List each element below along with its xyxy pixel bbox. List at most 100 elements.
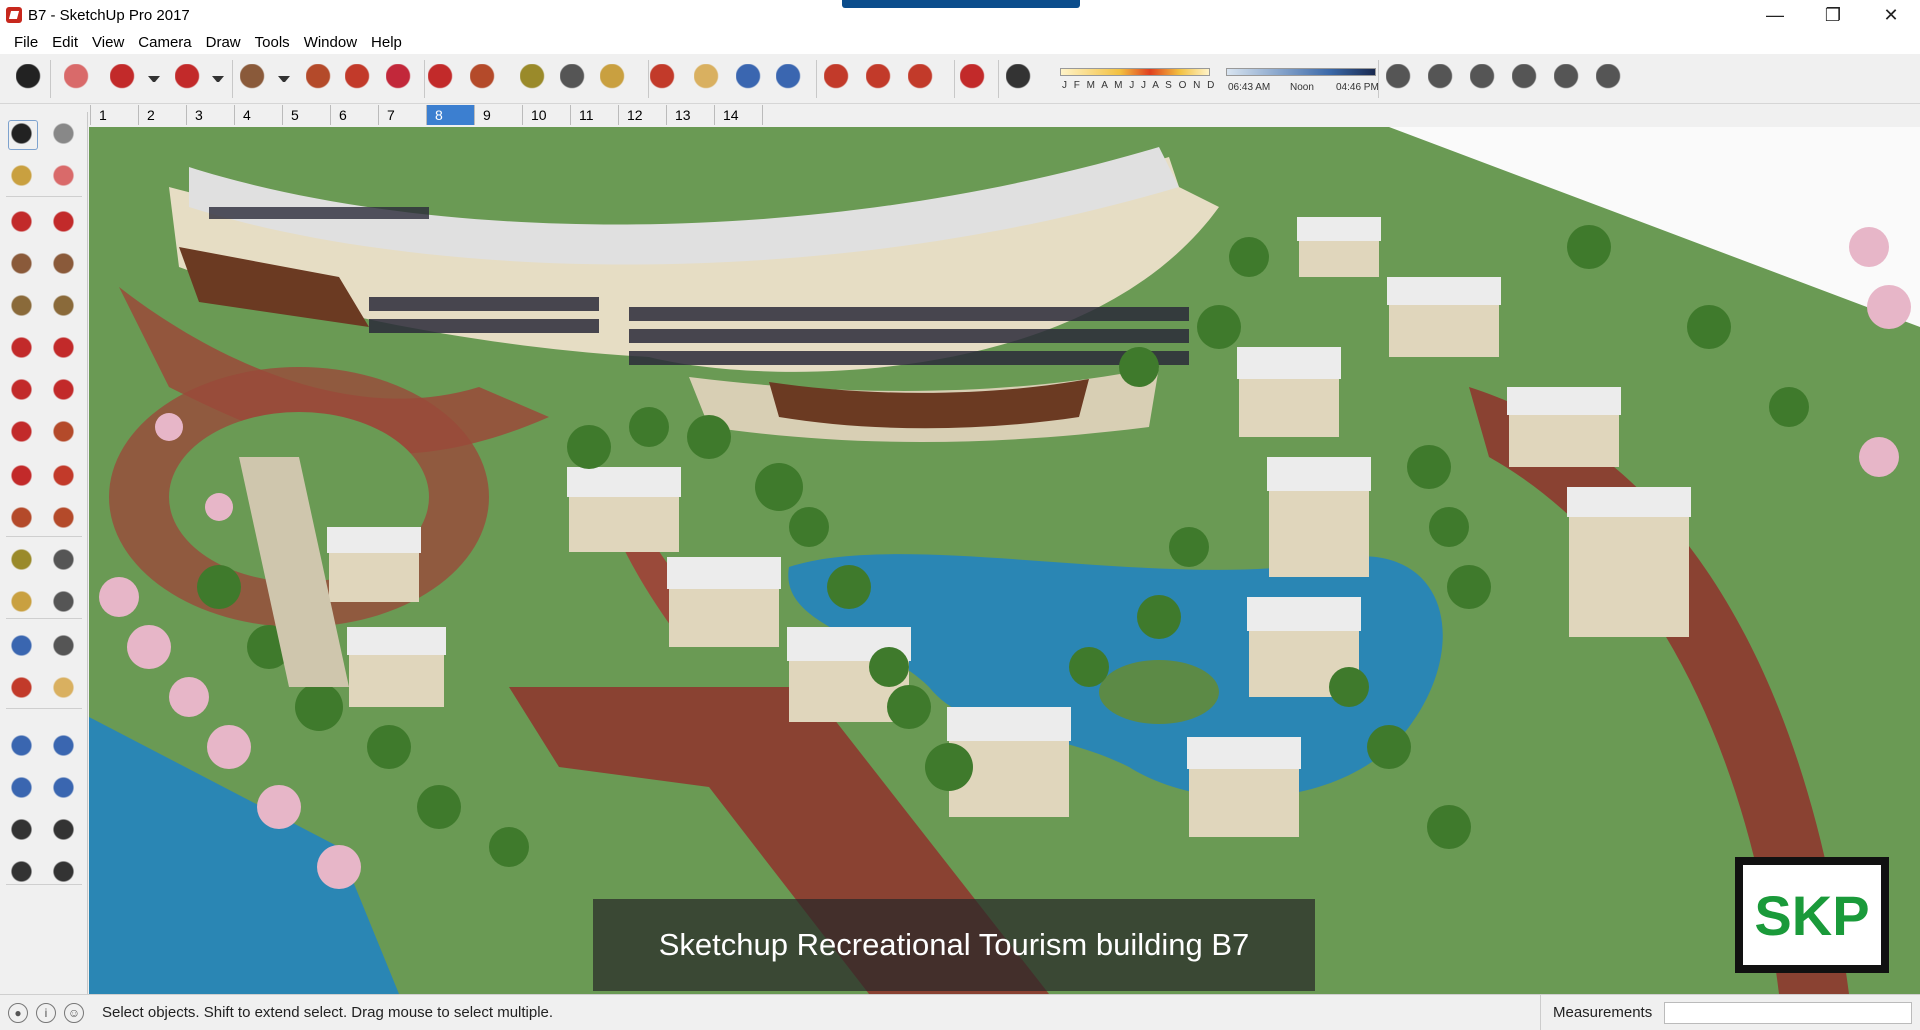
scene-tab-2[interactable]: 2 xyxy=(138,105,186,125)
three-point-arc-icon[interactable] xyxy=(50,376,80,406)
rotate-icon[interactable] xyxy=(8,462,38,492)
dropdown-icon[interactable] xyxy=(148,76,160,82)
look-around-icon[interactable] xyxy=(50,816,80,846)
user-account-icon[interactable]: ☺ xyxy=(64,1002,84,1023)
3d-warehouse-icon[interactable] xyxy=(824,64,854,94)
push-pull-icon[interactable] xyxy=(50,418,80,448)
menu-help[interactable]: Help xyxy=(364,34,409,51)
paint-bucket-icon[interactable] xyxy=(8,162,38,192)
zoom-extents-icon[interactable] xyxy=(8,774,38,804)
select-tool-icon[interactable] xyxy=(16,64,46,94)
menu-camera[interactable]: Camera xyxy=(131,34,198,51)
orbit-icon[interactable] xyxy=(8,674,38,704)
layout-send-icon[interactable] xyxy=(908,64,938,94)
scene-tab-3[interactable]: 3 xyxy=(186,105,234,125)
maximize-button[interactable]: ❐ xyxy=(1804,0,1862,30)
scale-icon[interactable] xyxy=(470,64,500,94)
title-accent-bar xyxy=(842,0,1080,8)
minimize-button[interactable]: — xyxy=(1746,0,1804,30)
scene-tab-1[interactable]: 1 xyxy=(90,105,138,125)
pencil-line-icon[interactable] xyxy=(110,64,140,94)
circle-icon[interactable] xyxy=(8,292,38,322)
polygon-icon[interactable] xyxy=(50,292,80,322)
protractor-icon[interactable] xyxy=(8,588,38,618)
front-view-icon[interactable] xyxy=(1470,64,1500,94)
right-view-icon[interactable] xyxy=(1512,64,1542,94)
freehand-icon[interactable] xyxy=(50,208,80,238)
rotated-rectangle-icon[interactable] xyxy=(50,250,80,280)
top-view-icon[interactable] xyxy=(1428,64,1458,94)
zoom-icon[interactable] xyxy=(736,64,766,94)
tape-measure-icon[interactable] xyxy=(8,546,38,576)
scene-tab-8[interactable]: 8 xyxy=(426,105,474,125)
select-icon[interactable] xyxy=(8,120,38,150)
scene-tab-5[interactable]: 5 xyxy=(282,105,330,125)
move-icon[interactable] xyxy=(386,64,416,94)
scene-tab-14[interactable]: 14 xyxy=(714,105,762,125)
line-icon[interactable] xyxy=(8,208,38,238)
eraser-icon[interactable] xyxy=(50,162,80,192)
menu-tools[interactable]: Tools xyxy=(248,34,297,51)
zoom-extents-icon[interactable] xyxy=(776,64,806,94)
scene-tab-9[interactable]: 9 xyxy=(474,105,522,125)
scene-tab-13[interactable]: 13 xyxy=(666,105,714,125)
move-icon[interactable] xyxy=(8,418,38,448)
push-pull-icon[interactable] xyxy=(306,64,336,94)
position-camera-icon[interactable] xyxy=(8,816,38,846)
follow-me-icon[interactable] xyxy=(50,462,80,492)
left-view-icon[interactable] xyxy=(1596,64,1626,94)
dimension-icon[interactable] xyxy=(50,546,80,576)
menu-bar: File Edit View Camera Draw Tools Window … xyxy=(0,30,1920,54)
dropdown-icon[interactable] xyxy=(278,76,290,82)
menu-edit[interactable]: Edit xyxy=(45,34,85,51)
measurements-field[interactable] xyxy=(1664,1002,1912,1024)
geolocation-icon[interactable]: ● xyxy=(8,1002,28,1023)
credits-icon[interactable]: i xyxy=(36,1002,56,1023)
dropdown-icon[interactable] xyxy=(212,76,224,82)
close-button[interactable]: ✕ xyxy=(1862,0,1920,30)
rectangle-icon[interactable] xyxy=(240,64,270,94)
menu-file[interactable]: File xyxy=(7,34,45,51)
arc-icon[interactable] xyxy=(175,64,205,94)
3d-text-icon[interactable] xyxy=(50,632,80,662)
arc-icon[interactable] xyxy=(8,334,38,364)
zoom-window-icon[interactable] xyxy=(50,732,80,762)
iso-view-icon[interactable] xyxy=(1386,64,1416,94)
two-point-arc-icon[interactable] xyxy=(50,334,80,364)
month-slider[interactable] xyxy=(1060,68,1210,76)
eraser-icon[interactable] xyxy=(64,64,94,94)
scene-tab-7[interactable]: 7 xyxy=(378,105,426,125)
paint-bucket-icon[interactable] xyxy=(600,64,630,94)
back-view-icon[interactable] xyxy=(1554,64,1584,94)
rectangle-icon[interactable] xyxy=(8,250,38,280)
extension-warehouse-icon[interactable] xyxy=(866,64,896,94)
pan-icon[interactable] xyxy=(694,64,724,94)
time-slider[interactable] xyxy=(1226,68,1376,76)
orbit-icon[interactable] xyxy=(650,64,680,94)
offset-icon[interactable] xyxy=(50,504,80,534)
shadow-toggle-icon[interactable] xyxy=(1006,64,1036,94)
scale-icon[interactable] xyxy=(8,504,38,534)
scene-tab-6[interactable]: 6 xyxy=(330,105,378,125)
model-viewport[interactable]: Sketchup Recreational Tourism building B… xyxy=(89,127,1920,994)
scene-tab-4[interactable]: 4 xyxy=(234,105,282,125)
menu-draw[interactable]: Draw xyxy=(199,34,248,51)
menu-view[interactable]: View xyxy=(85,34,131,51)
ruby-icon[interactable] xyxy=(960,64,990,94)
tape-measure-icon[interactable] xyxy=(520,64,550,94)
scene-tab-11[interactable]: 11 xyxy=(570,105,618,125)
scene-tab-10[interactable]: 10 xyxy=(522,105,570,125)
make-component-icon[interactable] xyxy=(50,120,80,150)
follow-me-icon[interactable] xyxy=(345,64,375,94)
menu-window[interactable]: Window xyxy=(297,34,364,51)
text-icon[interactable] xyxy=(560,64,590,94)
skp-badge-text: SKP xyxy=(1754,883,1870,947)
zoom-icon[interactable] xyxy=(8,732,38,762)
text-icon[interactable] xyxy=(50,588,80,618)
pan-icon[interactable] xyxy=(50,674,80,704)
axes-icon[interactable] xyxy=(8,632,38,662)
scene-tab-12[interactable]: 12 xyxy=(618,105,666,125)
pie-icon[interactable] xyxy=(8,376,38,406)
rotate-icon[interactable] xyxy=(428,64,458,94)
previous-view-icon[interactable] xyxy=(50,774,80,804)
